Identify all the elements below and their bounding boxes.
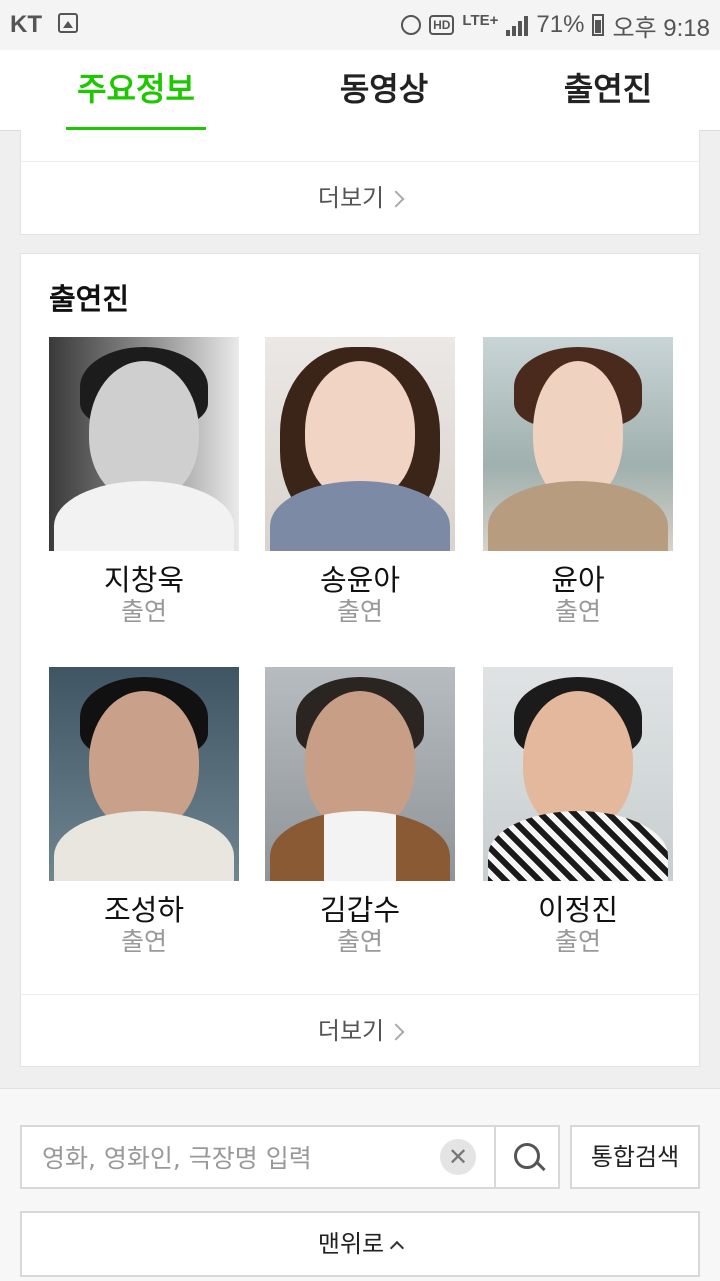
cast-member[interactable]: 윤아 출연 [483, 337, 673, 627]
cast-role: 출연 [336, 597, 383, 626]
cast-member[interactable]: 지창욱 출연 [49, 337, 239, 627]
close-icon[interactable]: ✕ [440, 1139, 476, 1175]
cast-name[interactable]: 조성하 [49, 893, 239, 927]
more-cast-button[interactable]: 더보기 [21, 994, 699, 1067]
tab-videos[interactable]: 동영상 [314, 50, 454, 130]
network-type-label: LTE+ [462, 12, 499, 29]
cast-name[interactable]: 김갑수 [265, 893, 455, 927]
more-label: 더보기 [317, 184, 385, 212]
search-box: ✕ [20, 1125, 496, 1189]
cast-card: 출연진 지창욱 출연 송윤아 출연 윤아 출연 조성하 출연 김갑수 출연 이정… [20, 253, 700, 1067]
clock: 오후 9:18 [612, 14, 710, 42]
cast-member[interactable]: 송윤아 출연 [265, 337, 455, 627]
tab-cast[interactable]: 출연진 [538, 50, 678, 130]
carrier-label: KT [10, 11, 42, 38]
more-button[interactable]: 더보기 [21, 161, 699, 234]
gallery-notification-icon [58, 13, 78, 33]
search-input[interactable] [40, 1127, 444, 1189]
search-button[interactable] [496, 1125, 560, 1189]
cast-name[interactable]: 윤아 [483, 563, 673, 597]
cast-role: 출연 [120, 597, 167, 626]
chevron-up-icon [390, 1240, 405, 1256]
cast-role: 출연 [554, 927, 601, 956]
cast-photo[interactable] [265, 337, 455, 551]
section-title: 출연진 [49, 282, 130, 316]
tab-main-info[interactable]: 주요정보 [66, 50, 206, 131]
hd-voice-icon: HD [429, 15, 455, 35]
battery-icon [592, 14, 605, 36]
status-bar: KT HD LTE+ 71% 오후 9:18 [0, 0, 720, 50]
cast-photo[interactable] [265, 667, 455, 881]
chevron-right-icon [387, 1023, 405, 1041]
battery-percent: 71% [536, 11, 585, 38]
cast-name[interactable]: 송윤아 [265, 563, 455, 597]
cast-name[interactable]: 이정진 [483, 893, 673, 927]
chevron-right-icon [387, 190, 405, 208]
cast-photo[interactable] [49, 667, 239, 881]
cast-member[interactable]: 이정진 출연 [483, 667, 673, 957]
cast-member[interactable]: 김갑수 출연 [265, 667, 455, 957]
cast-name[interactable]: 지창욱 [49, 563, 239, 597]
signal-icon [506, 14, 529, 36]
cast-photo[interactable] [483, 667, 673, 881]
cast-photo[interactable] [483, 337, 673, 551]
search-area: ✕ 통합검색 맨위로 [0, 1088, 720, 1281]
alarm-icon [401, 15, 422, 35]
status-indicators: HD LTE+ 71% 오후 9:18 [401, 10, 710, 42]
info-card: 더보기 [20, 130, 700, 235]
cast-role: 출연 [554, 597, 601, 626]
tab-bar: 주요정보 동영상 출연진 [0, 50, 720, 131]
cast-member[interactable]: 조성하 출연 [49, 667, 239, 957]
cast-role: 출연 [336, 927, 383, 956]
search-icon [514, 1143, 540, 1169]
cast-role: 출연 [120, 927, 167, 956]
back-to-top-label: 맨위로 [317, 1230, 385, 1258]
more-label: 더보기 [317, 1017, 385, 1045]
cast-photo[interactable] [49, 337, 239, 551]
total-search-button[interactable]: 통합검색 [570, 1125, 700, 1189]
back-to-top-button[interactable]: 맨위로 [20, 1211, 700, 1277]
